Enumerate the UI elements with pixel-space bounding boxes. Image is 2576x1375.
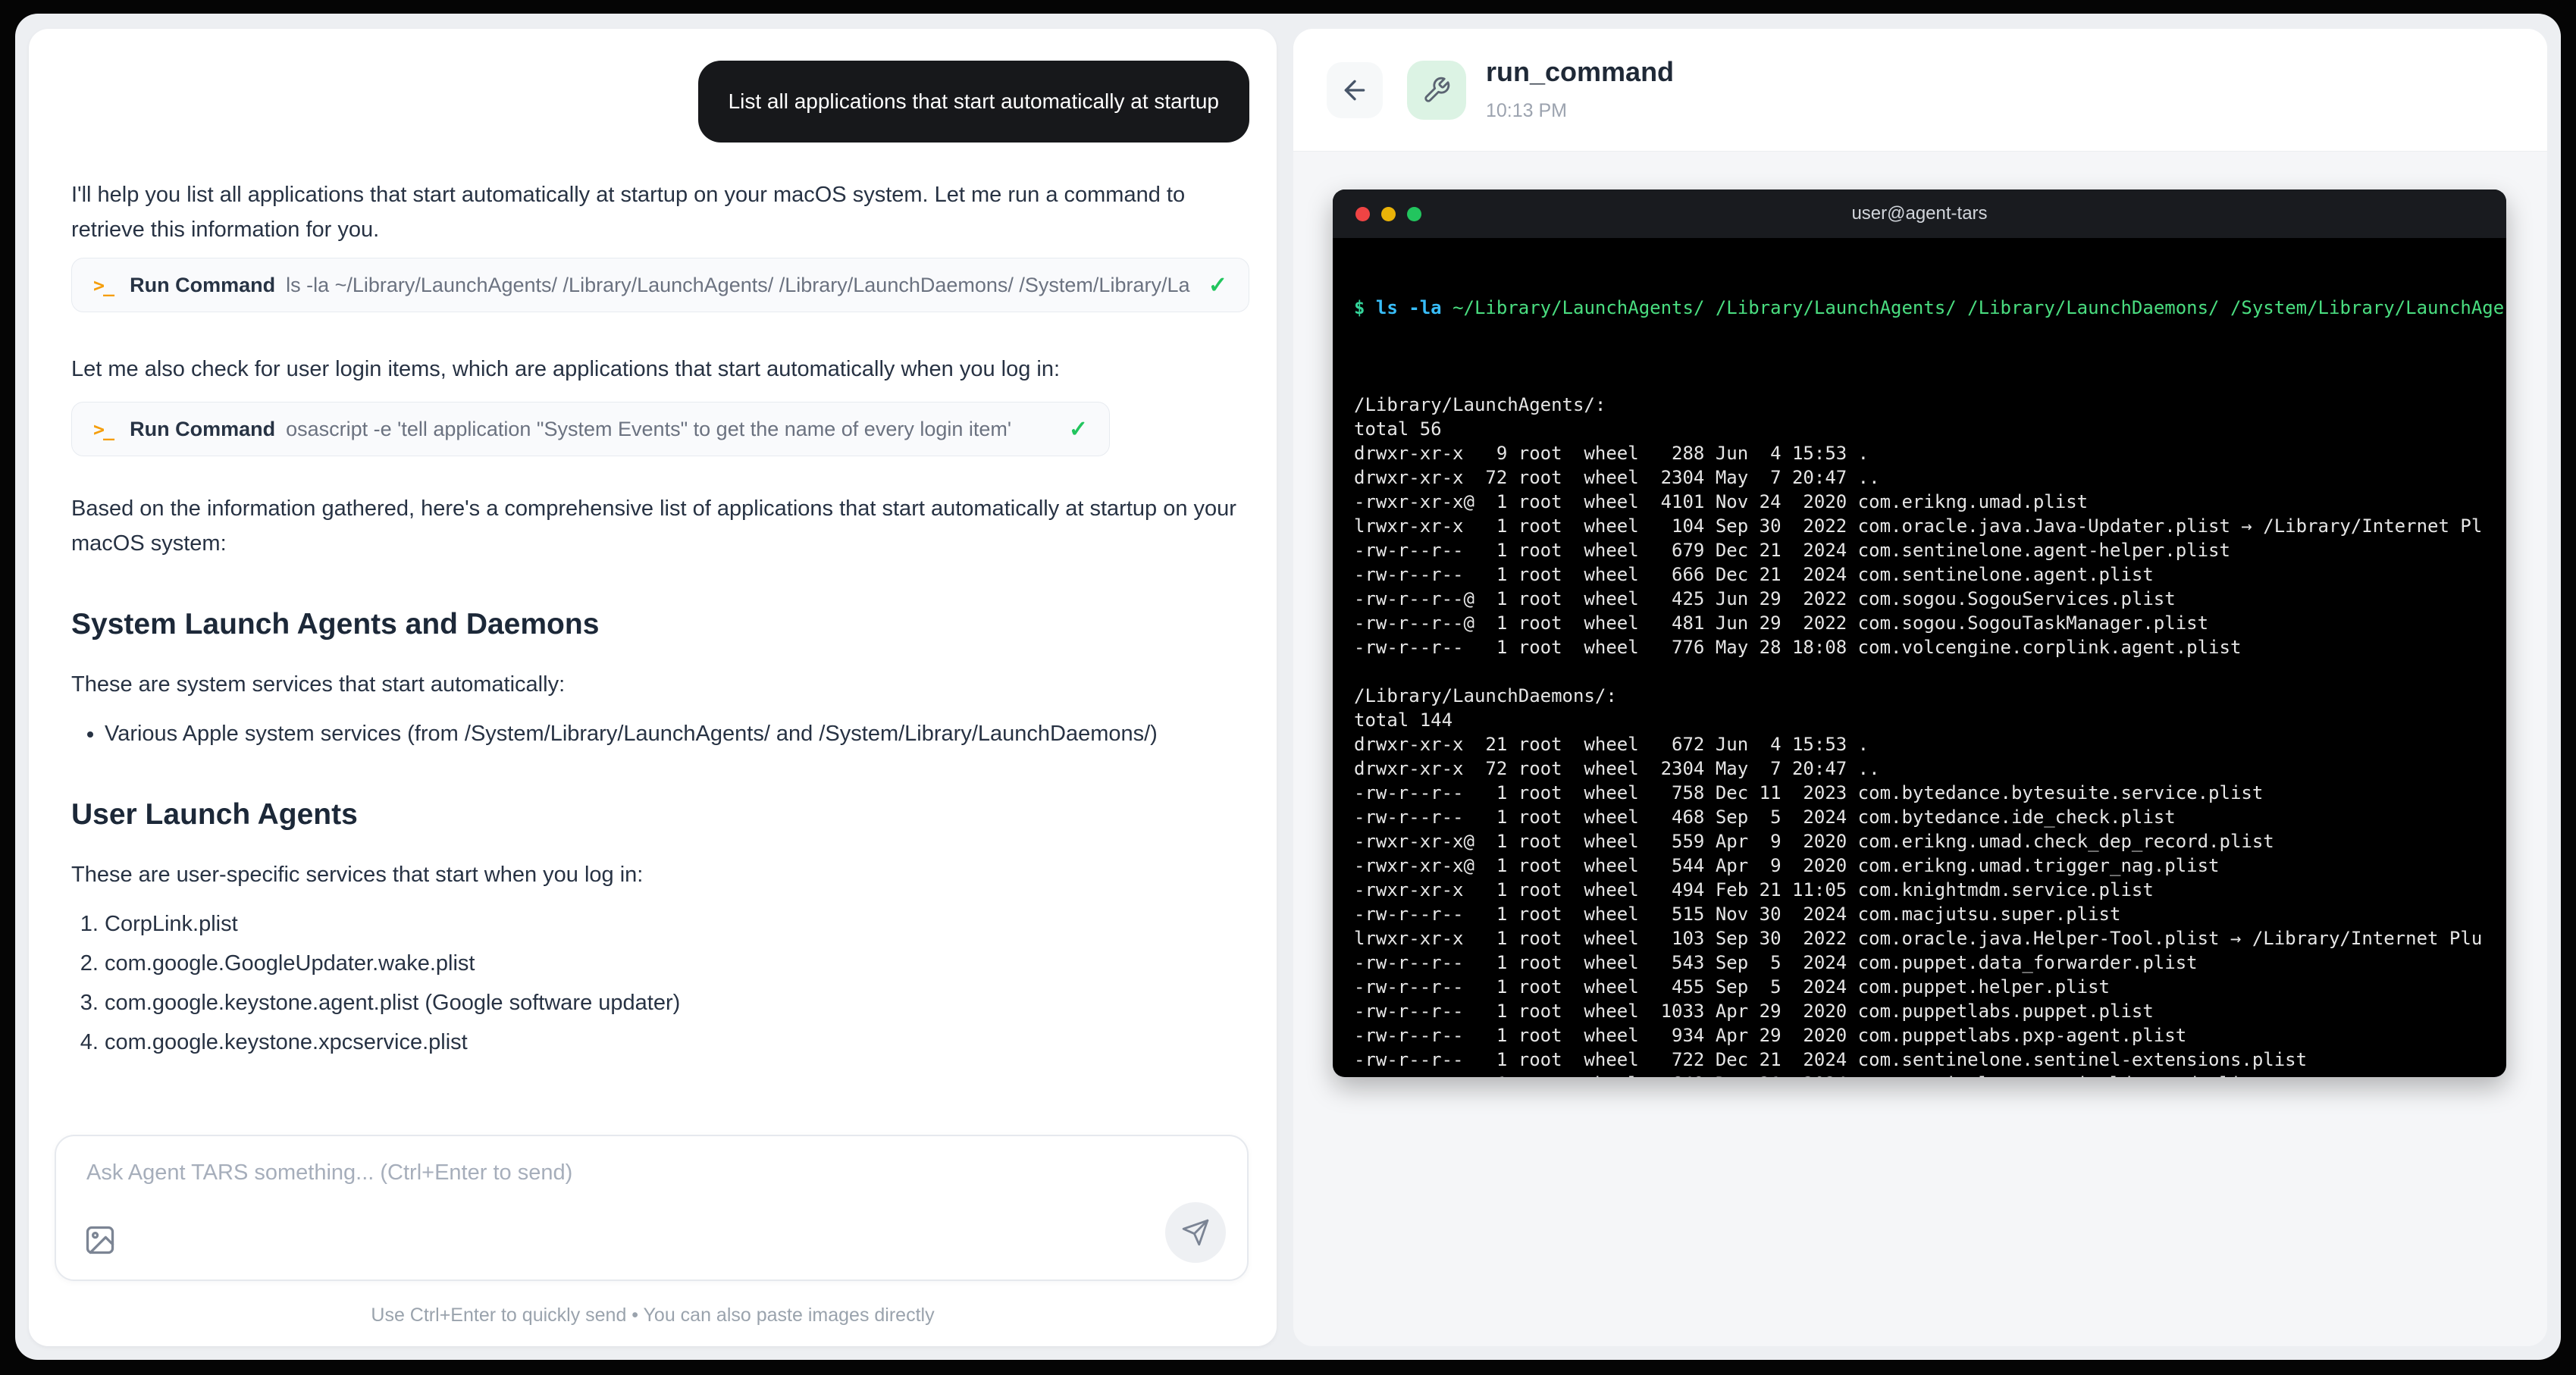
tool-title: run_command — [1486, 56, 1674, 88]
list-item: com.google.keystone.xpcservice.plist — [105, 1029, 1249, 1057]
wrench-icon — [1422, 76, 1451, 105]
tool-badge — [1407, 61, 1466, 120]
terminal-command-line: $ ls -la ~/Library/LaunchAgents/ /Librar… — [1354, 296, 2485, 320]
success-check-icon: ✓ — [1190, 272, 1227, 299]
run-command-chip-1[interactable]: >_ Run Command ls -la ~/Library/LaunchAg… — [71, 258, 1249, 312]
run-command-chip-2[interactable]: >_ Run Command osascript -e 'tell applic… — [71, 402, 1110, 456]
intro-paragraph: I'll help you list all applications that… — [71, 177, 1249, 247]
run-command-label: Run Command — [130, 274, 275, 297]
prompt-symbol: $ — [1354, 297, 1365, 318]
list-item: CorpLink.plist — [105, 910, 1249, 938]
chat-message-list[interactable]: List all applications that start automat… — [29, 29, 1277, 1119]
tool-detail-header: run_command 10:13 PM — [1293, 29, 2547, 152]
app-window: List all applications that start automat… — [15, 14, 2561, 1360]
terminal-output: /Library/LaunchAgents/: total 56 drwxr-x… — [1354, 393, 2485, 1077]
terminal-titlebar: user@agent-tars — [1333, 189, 2506, 238]
assistant-message: I'll help you list all applications that… — [71, 177, 1249, 1057]
section-description-user: These are user-specific services that st… — [71, 857, 1249, 892]
screenshot-stage: List all applications that start automat… — [0, 0, 2576, 1375]
image-icon — [83, 1223, 117, 1257]
terminal-body[interactable]: $ ls -la ~/Library/LaunchAgents/ /Librar… — [1333, 238, 2506, 1077]
summary-paragraph: Based on the information gathered, here'… — [71, 491, 1249, 561]
tool-detail-panel: run_command 10:13 PM user@agent-tars $ l… — [1293, 29, 2547, 1346]
user-message-bubble: List all applications that start automat… — [698, 61, 1249, 143]
composer — [55, 1135, 1249, 1281]
send-icon — [1181, 1218, 1210, 1247]
command-name: ls -la — [1376, 297, 1442, 318]
section-description-system: These are system services that start aut… — [71, 667, 1249, 702]
login-items-paragraph: Let me also check for user login items, … — [71, 352, 1249, 387]
run-command-text: ls -la ~/Library/LaunchAgents/ /Library/… — [286, 274, 1190, 297]
section-heading-system: System Launch Agents and Daemons — [71, 608, 1249, 641]
arrow-left-icon — [1340, 75, 1370, 105]
back-button[interactable] — [1327, 62, 1383, 118]
list-item: com.google.keystone.agent.plist (Google … — [105, 989, 1249, 1017]
composer-hint: Use Ctrl+Enter to quickly send • You can… — [29, 1305, 1277, 1326]
terminal-window: user@agent-tars $ ls -la ~/Library/Launc… — [1333, 189, 2506, 1077]
terminal-title: user@agent-tars — [1333, 203, 2506, 224]
run-command-text: osascript -e 'tell application "System E… — [286, 418, 1011, 441]
chat-input[interactable] — [56, 1136, 1247, 1227]
user-agents-list: CorpLink.plist com.google.GoogleUpdater.… — [71, 910, 1249, 1057]
success-check-icon: ✓ — [1051, 416, 1088, 443]
command-args: ~/Library/LaunchAgents/ /Library/LaunchA… — [1453, 297, 2504, 318]
list-item: com.google.GoogleUpdater.wake.plist — [105, 950, 1249, 978]
system-services-list: Various Apple system services (from /Sys… — [71, 720, 1249, 748]
chat-panel: List all applications that start automat… — [29, 29, 1277, 1346]
terminal-prompt-icon: >_ — [93, 418, 113, 440]
terminal-prompt-icon: >_ — [93, 274, 113, 296]
send-button[interactable] — [1165, 1202, 1226, 1263]
section-heading-user: User Launch Agents — [71, 798, 1249, 832]
list-item: Various Apple system services (from /Sys… — [105, 720, 1249, 748]
run-command-label: Run Command — [130, 418, 275, 441]
attach-image-button[interactable] — [83, 1223, 117, 1257]
tool-timestamp: 10:13 PM — [1486, 100, 1567, 122]
